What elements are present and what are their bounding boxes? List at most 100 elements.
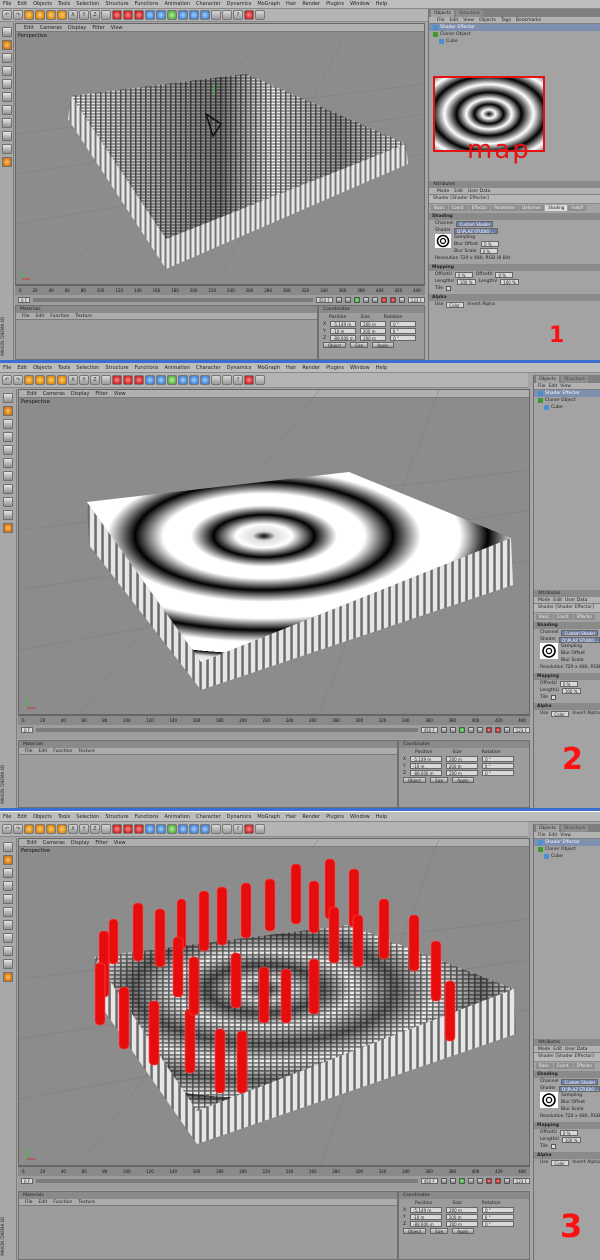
tab-objects[interactable]: Objects	[431, 10, 455, 17]
size-z-field[interactable]: 200 m	[360, 335, 387, 341]
menu-objects[interactable]: Objects	[33, 365, 52, 371]
y-axis-icon[interactable]: Y	[79, 824, 89, 834]
edges-mode-icon[interactable]	[3, 894, 13, 904]
pos-x-field[interactable]: -5.149 m	[410, 756, 443, 762]
texture-mode-icon[interactable]	[3, 868, 13, 878]
menu-functions[interactable]: Functions	[135, 814, 159, 820]
keyframe-icon[interactable]	[503, 1177, 510, 1184]
tab-structure[interactable]: Structure	[456, 10, 483, 17]
offset-u-field[interactable]: 0 %	[559, 1129, 578, 1136]
play-icon[interactable]	[458, 1177, 465, 1184]
menu-structure[interactable]: Structure	[105, 1, 128, 7]
workplane-icon[interactable]	[1, 144, 12, 154]
object-mode-icon[interactable]	[1, 40, 12, 50]
size-z-field[interactable]: 200 m	[446, 1221, 479, 1227]
length-u-field[interactable]: 100 %	[456, 278, 476, 285]
am-menu-userdata[interactable]: User Data	[565, 597, 587, 603]
menu-mograph[interactable]: MoGraph	[257, 814, 280, 820]
autokey-icon[interactable]	[494, 726, 501, 733]
rot-b-field[interactable]: 0 °	[482, 770, 515, 776]
start-frame-field[interactable]: 0 F	[21, 1177, 34, 1184]
mat-menu-texture[interactable]: Texture	[78, 1199, 94, 1205]
menu-functions[interactable]: Functions	[135, 1, 159, 7]
object-mode-icon[interactable]	[3, 406, 13, 416]
camera-icon[interactable]	[211, 10, 221, 20]
menu-edit[interactable]: Edit	[17, 1, 27, 7]
help-icon[interactable]: ?	[233, 375, 243, 385]
size-y-field[interactable]: 200 m	[445, 763, 478, 769]
scale-icon[interactable]	[46, 375, 56, 385]
rotate-icon[interactable]	[57, 375, 67, 385]
rotate-icon[interactable]	[57, 10, 67, 20]
coord-mode-select[interactable]: Object	[323, 342, 347, 348]
rot-h-field[interactable]: 0 °	[482, 1207, 515, 1213]
menu-window[interactable]: Window	[350, 1, 370, 7]
use-select[interactable]: Color	[551, 710, 570, 717]
prev-frame-icon[interactable]	[449, 726, 456, 733]
menu-mograph[interactable]: MoGraph	[257, 365, 280, 371]
next-frame-icon[interactable]	[467, 726, 474, 733]
end-frame-field[interactable]: 450 F	[420, 726, 438, 733]
z-axis-icon[interactable]: Z	[90, 375, 100, 385]
size-mode-select[interactable]: Size	[430, 1228, 449, 1234]
size-x-field[interactable]: 200 m	[360, 321, 387, 327]
light-icon[interactable]	[200, 375, 210, 385]
tweak-mode-icon[interactable]	[3, 933, 13, 943]
render-picture-viewer-icon[interactable]	[123, 824, 133, 834]
menu-tools[interactable]: Tools	[58, 365, 70, 371]
am-menu-edit[interactable]: Edit	[454, 188, 463, 194]
tag-icon[interactable]	[222, 10, 232, 20]
length-v-field[interactable]: 100 %	[500, 278, 519, 285]
deformer-icon[interactable]	[178, 375, 188, 385]
timeline-ruler[interactable]: 0 20 40 60 80 100 120 140 160 180 200 22…	[15, 286, 425, 295]
size-mode-select[interactable]: Size	[430, 777, 449, 783]
x-axis-icon[interactable]: X	[68, 10, 78, 20]
om-menu-file[interactable]: File	[538, 383, 546, 389]
om-menu-view[interactable]: View	[560, 832, 571, 838]
shader-thumbnail[interactable]	[540, 643, 558, 659]
scale-icon[interactable]	[46, 10, 56, 20]
move-icon[interactable]	[35, 824, 45, 834]
menu-plugins[interactable]: Plugins	[326, 365, 344, 371]
workplane-icon[interactable]	[3, 959, 13, 969]
menu-render[interactable]: Render	[302, 1, 320, 7]
om-menu-view[interactable]: View	[463, 17, 474, 23]
menu-objects[interactable]: Objects	[33, 814, 52, 820]
menu-window[interactable]: Window	[350, 814, 370, 820]
pos-x-field[interactable]: -5.149 m	[410, 1207, 443, 1213]
render-view-icon[interactable]	[112, 375, 122, 385]
play-icon[interactable]	[458, 726, 465, 733]
redo-icon[interactable]: ↷	[13, 824, 23, 834]
coord-system-icon[interactable]	[101, 10, 111, 20]
menu-selection[interactable]: Selection	[76, 365, 99, 371]
current-frame-field[interactable]: 123 F	[512, 726, 530, 733]
camera-icon[interactable]	[211, 375, 221, 385]
am-menu-mode[interactable]: Mode	[437, 188, 449, 194]
menu-character[interactable]: Character	[196, 365, 221, 371]
am-menu-userdata[interactable]: User Data	[468, 188, 490, 194]
light-icon[interactable]	[200, 824, 210, 834]
x-axis-icon[interactable]: X	[68, 375, 78, 385]
sculpt-icon[interactable]	[3, 972, 13, 982]
next-frame-icon[interactable]	[467, 1177, 474, 1184]
menu-dynamics[interactable]: Dynamics	[227, 365, 252, 371]
viewport[interactable]: Edit Cameras Display Filter View Perspec…	[15, 23, 425, 285]
om-menu-bookmarks[interactable]: Bookmarks	[516, 17, 541, 23]
mat-menu-edit[interactable]: Edit	[36, 313, 45, 319]
layout-icon[interactable]	[255, 824, 265, 834]
tab-coord[interactable]: Coord.	[553, 614, 573, 620]
offset-u-field[interactable]: 0 %	[454, 271, 473, 278]
last-frame-icon[interactable]	[476, 1177, 483, 1184]
tab-effector[interactable]: Effector	[573, 614, 596, 620]
menu-help[interactable]: Help	[376, 365, 387, 371]
model-mode-icon[interactable]	[3, 842, 13, 852]
start-frame-field[interactable]: 0 F	[21, 726, 34, 733]
mograph-icon[interactable]	[244, 10, 254, 20]
size-x-field[interactable]: 200 m	[446, 1207, 479, 1213]
array-icon[interactable]	[167, 824, 177, 834]
deformer-icon[interactable]	[178, 824, 188, 834]
current-frame-field[interactable]: 123 F	[407, 296, 425, 303]
mat-menu-file[interactable]: File	[25, 1199, 33, 1205]
menu-help[interactable]: Help	[376, 1, 387, 7]
blur-scale-field[interactable]: 0 %	[479, 248, 498, 254]
